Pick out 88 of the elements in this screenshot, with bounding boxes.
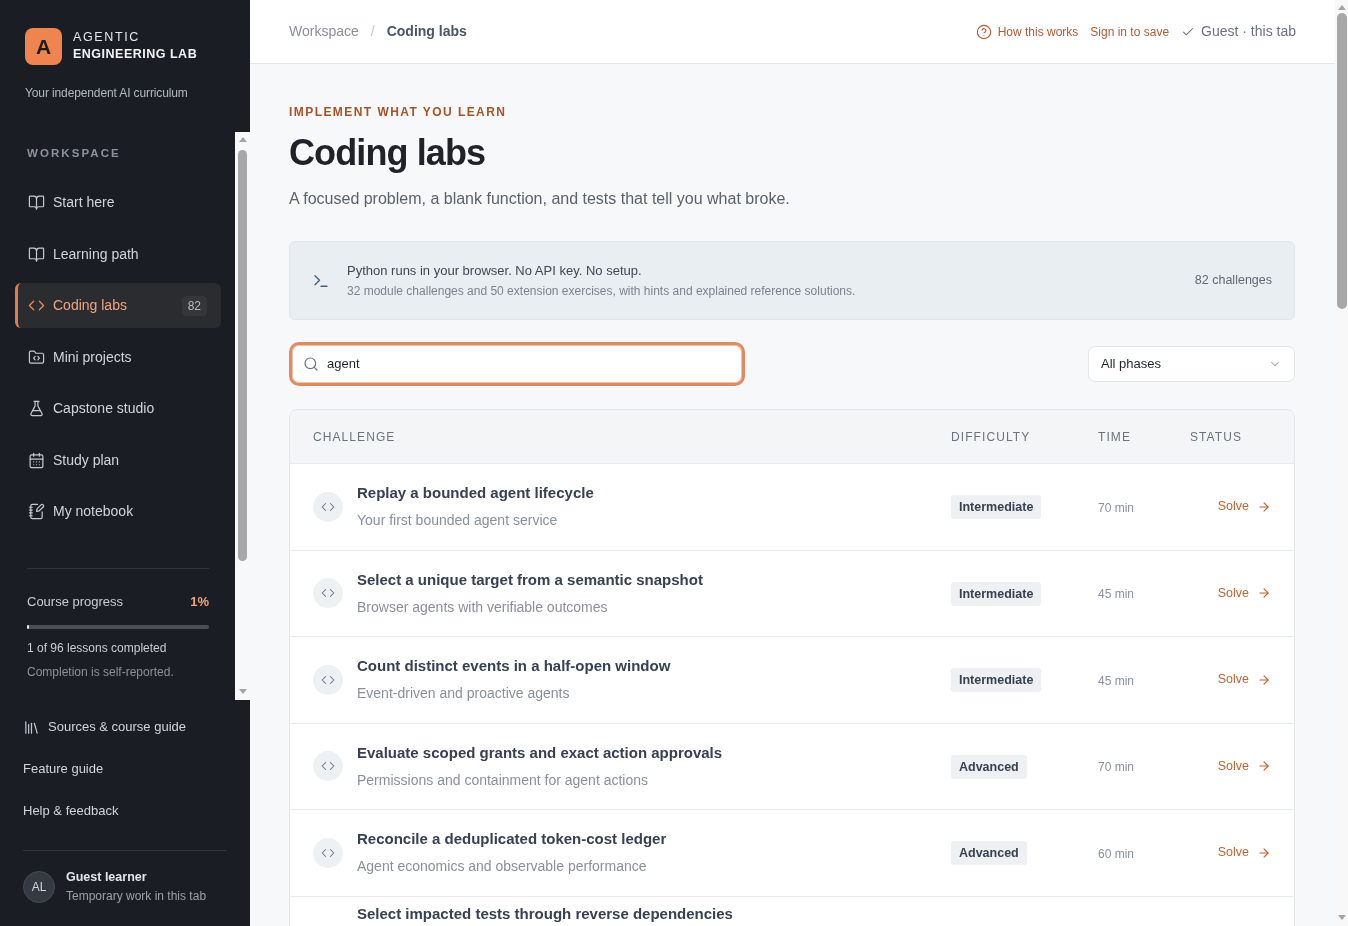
progress-percent: 1% xyxy=(190,593,209,611)
column-header: TIME xyxy=(1098,428,1132,446)
challenge-title[interactable]: Count distinct events in a half-open window xyxy=(357,656,671,677)
scrollbar-thumb[interactable] xyxy=(1336,13,1347,309)
page-description: A focused problem, a blank function, and tests that tell you what broke. xyxy=(289,189,791,209)
challenge-title[interactable]: Replay a bounded agent lifecycle xyxy=(357,483,594,504)
sign-in-link[interactable]: Sign in to save xyxy=(1090,22,1170,41)
code-icon xyxy=(313,664,343,695)
avatar: AL xyxy=(23,870,55,903)
time-estimate: 45 min xyxy=(1098,587,1135,602)
challenge-module: Your first bounded agent service xyxy=(357,511,559,531)
code-icon xyxy=(313,837,343,868)
difficulty-tag: Advanced xyxy=(951,841,1027,866)
time-estimate: 60 min xyxy=(1098,846,1135,861)
challenge-module: Permissions and containment for agent actions xyxy=(357,770,650,790)
book-icon xyxy=(28,194,45,211)
calendar-icon xyxy=(28,451,45,469)
session-status: Guest · this tab xyxy=(1201,22,1296,41)
phase-dropdown[interactable]: All phases xyxy=(1088,346,1295,382)
time-estimate: 70 min xyxy=(1098,760,1135,775)
book-icon xyxy=(28,245,45,263)
progress-summary: 1 of 96 lessons completed xyxy=(27,640,168,656)
scroll-down-icon[interactable] xyxy=(238,689,247,694)
progress-note: Completion is self-reported. xyxy=(27,664,175,680)
scrollbar[interactable] xyxy=(1335,0,1348,926)
item-count: 82 xyxy=(181,295,207,316)
challenge-count: 82 challenges xyxy=(1194,272,1272,290)
code-icon xyxy=(313,491,343,522)
tagline: Your independent AI curriculum xyxy=(25,85,189,101)
page-title: Coding labs xyxy=(289,131,487,175)
column-header: STATUS xyxy=(1190,428,1244,446)
column-header: DIFFICULTY xyxy=(951,428,1032,446)
progress-label: Course progress xyxy=(27,593,124,611)
eyebrow: IMPLEMENT WHAT YOU LEARN xyxy=(289,105,508,119)
solve-link[interactable]: Solve xyxy=(1217,756,1271,776)
challenge-module: Agent economics and observable performance xyxy=(357,857,648,877)
user-note: Temporary work in this tab xyxy=(66,888,207,904)
challenge-title[interactable]: Evaluate scoped grants and exact action approvals xyxy=(357,742,723,763)
difficulty-tag: Intermediate xyxy=(951,581,1042,606)
user-name: Guest learner xyxy=(66,869,148,885)
nav-item[interactable]: Start here xyxy=(15,180,221,225)
sidebar-link[interactable]: Feature guide xyxy=(23,759,227,779)
nav-item[interactable]: Mini projects xyxy=(15,334,221,380)
help-icon xyxy=(975,23,992,40)
flask-icon xyxy=(28,400,45,417)
nav-item[interactable]: Capstone studio xyxy=(15,386,221,431)
search-icon xyxy=(303,356,319,372)
brand-name-bottom: ENGINEERING LAB xyxy=(73,46,198,63)
sidebar-link[interactable]: Help & feedback xyxy=(23,801,227,821)
nav-item[interactable]: My notebook xyxy=(15,489,221,534)
code-folder-icon xyxy=(28,348,45,366)
code-icon xyxy=(313,578,343,609)
section-label: WORKSPACE xyxy=(27,146,122,160)
nav-item[interactable]: Coding labs 82 xyxy=(15,283,221,328)
scrollbar[interactable] xyxy=(235,132,250,700)
logo: A xyxy=(25,28,62,65)
column-header: CHALLENGE xyxy=(313,428,397,446)
scroll-up-icon[interactable] xyxy=(1337,5,1346,10)
brand-name-top: AGENTIC xyxy=(73,29,141,46)
difficulty-tag: Intermediate xyxy=(951,495,1042,520)
challenge-module: Browser agents with verifiable outcomes xyxy=(357,597,609,617)
search-field[interactable]: agent xyxy=(289,342,745,386)
nav-item[interactable]: Study plan xyxy=(15,437,221,483)
challenge-title[interactable]: Select impacted tests through reverse dependencies xyxy=(357,903,733,924)
scroll-up-icon[interactable] xyxy=(238,137,247,142)
help-link[interactable]: How this works xyxy=(975,22,1079,41)
solve-link[interactable]: Solve xyxy=(1217,670,1271,690)
banner-detail: 32 module challenges and 50 extension exercises, with hints and explained reference solutions. xyxy=(347,282,856,300)
challenge-module: Event-driven and proactive agents xyxy=(357,684,571,704)
solve-link[interactable]: Solve xyxy=(1217,843,1271,863)
breadcrumb-separator: / xyxy=(370,22,375,41)
banner-title: Python runs in your browser. No API key. No setup. xyxy=(347,261,643,280)
sidebar-link[interactable]: Sources & course guide xyxy=(23,717,227,737)
challenge-title[interactable]: Reconcile a deduplicated token-cost ledger xyxy=(357,829,667,850)
books-icon xyxy=(23,718,40,736)
notebook-pen-icon xyxy=(28,503,45,520)
time-estimate: 45 min xyxy=(1098,673,1135,688)
solve-link[interactable]: Solve xyxy=(1217,497,1271,517)
solve-link[interactable]: Solve xyxy=(1217,583,1271,603)
nav-item[interactable]: Learning path xyxy=(15,231,221,277)
scrollbar-thumb[interactable] xyxy=(238,150,247,561)
difficulty-tag: Advanced xyxy=(951,754,1027,779)
breadcrumb-link[interactable]: Coding labs xyxy=(386,21,467,42)
scroll-down-icon[interactable] xyxy=(1337,915,1346,920)
difficulty-tag: Intermediate xyxy=(951,668,1042,693)
challenge-title[interactable]: Select a unique target from a semantic snapshot xyxy=(357,569,703,590)
code-icon xyxy=(313,751,343,782)
time-estimate: 70 min xyxy=(1098,500,1135,515)
